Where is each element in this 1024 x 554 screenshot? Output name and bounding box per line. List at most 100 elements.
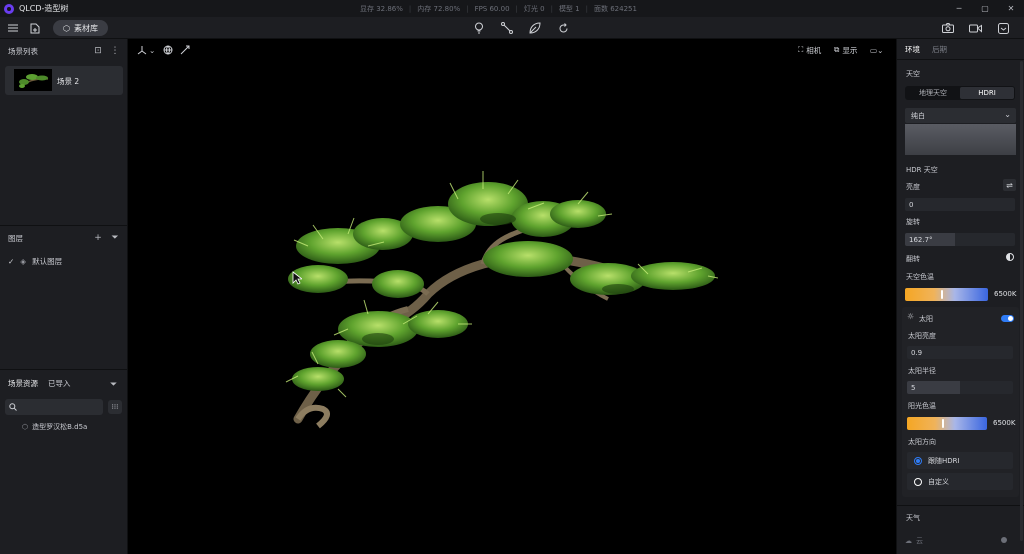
right-tabs: 环境 后期 (905, 44, 959, 55)
scene-card[interactable]: 场景 2 (5, 66, 123, 95)
close-icon[interactable]: ✕ (998, 0, 1024, 17)
app-title: QLCD-造型树 (19, 4, 69, 13)
radio-custom[interactable]: 自定义 (907, 473, 1013, 490)
stat-models: 模型 1 (558, 4, 580, 13)
globe-icon[interactable] (163, 43, 173, 57)
sun-temp-value: 6500K (993, 419, 1016, 427)
chevron-down-icon: ⌄ (1004, 110, 1011, 119)
assets-library-button[interactable]: ⬡ 素材库 (53, 20, 108, 36)
sky-temp-value: 6500K (994, 290, 1017, 298)
right-panel-scrollbar[interactable] (1020, 61, 1023, 541)
leaf-icon[interactable] (527, 20, 543, 36)
sky-mode-segmented: 地理天空 HDRI (905, 86, 1015, 100)
radio-follow-hdri[interactable]: 跟随HDRI (907, 452, 1013, 469)
hdr-sky-title: HDR 天空 (906, 166, 938, 174)
filter-icon[interactable]: ⏷ (109, 232, 121, 244)
search-icon (9, 403, 17, 411)
bonsai-tree-model (285, 171, 718, 429)
add-scene-icon[interactable]: ⊡ (92, 45, 104, 57)
assets-tabs: 场景资源 已导入 (8, 378, 81, 389)
sun-label: 太阳 (919, 315, 933, 323)
cloud-slider-knob[interactable] (1001, 537, 1007, 543)
cube-icon: ⬡ (63, 23, 70, 33)
stat-lights: 灯光 0 (523, 4, 545, 13)
asset-file-item[interactable]: ⬡ 造型罗汉松B.d5a (22, 422, 87, 432)
rotation-slider[interactable]: 162.7° (905, 233, 1015, 246)
scene-list-title: 场景列表 (8, 46, 38, 56)
screenshot-camera-icon[interactable] (940, 20, 956, 36)
search-input[interactable] (5, 399, 103, 415)
sky-temp-slider[interactable] (905, 288, 988, 301)
menu-icon[interactable] (5, 20, 21, 36)
3d-viewport[interactable]: ⌄ ⛶ 相机 ⧉ 显示 ▭⌄ (128, 39, 896, 554)
minimize-icon[interactable]: ─ (946, 0, 972, 17)
light-bulb-icon[interactable] (471, 20, 487, 36)
radio-selected-icon[interactable] (914, 456, 922, 465)
title-bar: QLCD-造型树 显存 32.86% | 内存 72.80% | FPS 60.00… (0, 0, 1024, 17)
scene-thumbnail (14, 69, 52, 91)
import-file-icon[interactable] (27, 20, 43, 36)
export-icon[interactable] (995, 20, 1011, 36)
sun-icon: ☼ (907, 312, 915, 321)
asset-file-name: 造型罗汉松B.d5a (32, 423, 88, 431)
sky-temp-thumb[interactable] (941, 290, 943, 299)
sun-brightness-input[interactable]: 0.9 (907, 346, 1013, 359)
scene-list-header: 场景列表 ⊡ ⋮ (0, 41, 128, 61)
rotation-label: 旋转 (906, 218, 920, 226)
layer-name: 默认图层 (32, 257, 63, 266)
layers-icon: ◈ (20, 257, 27, 266)
sun-radius-slider[interactable]: 5 (907, 381, 1013, 394)
add-layer-icon[interactable]: + (92, 232, 104, 244)
layers-header: 图层 + ⏷ (0, 228, 128, 248)
mouse-cursor-icon (292, 271, 302, 285)
display-icon: ⧉ (834, 45, 840, 54)
weather-title: 天气 (906, 514, 920, 522)
view-mode-icon[interactable]: ▭⌄ (870, 43, 883, 57)
sun-direction-label: 太阳方向 (908, 438, 936, 446)
transform-gizmo-icon[interactable]: ⌄ (137, 43, 155, 57)
focus-icon: ⛶ (798, 45, 804, 54)
hdri-preset-select[interactable]: 纯白 ⌄ (905, 108, 1016, 123)
radio-unselected-icon[interactable] (914, 477, 922, 486)
seg-geo-sky[interactable]: 地理天空 (906, 87, 960, 99)
tab-environment[interactable]: 环境 (905, 44, 920, 55)
sun-temp-thumb[interactable] (942, 419, 944, 428)
flip-toggle-icon[interactable] (1006, 253, 1014, 261)
display-menu[interactable]: ⧉ 显示 (834, 43, 857, 57)
assets-filter-icon[interactable]: ⏷ (110, 380, 117, 390)
brightness-input[interactable]: 0 (905, 198, 1015, 211)
sun-temp-slider[interactable] (907, 417, 987, 430)
adjust-sliders-icon[interactable]: ⇌ (1003, 179, 1016, 191)
main-toolbar: ⬡ 素材库 (0, 17, 1024, 39)
scene-name: 场景 2 (57, 77, 80, 86)
grid-view-icon[interactable]: ⁞⁞⁞ (108, 400, 122, 414)
layers-title: 图层 (8, 233, 23, 243)
app-logo-icon (4, 3, 14, 14)
hdri-preview (905, 124, 1016, 155)
layer-row-default[interactable]: ✓ ◈ 默认图层 (8, 256, 62, 267)
check-icon[interactable]: ✓ (8, 257, 14, 266)
sky-section-title: 天空 (906, 70, 920, 78)
tab-imported[interactable]: 已导入 (48, 378, 71, 389)
more-options-icon[interactable]: ⋮ (109, 45, 121, 57)
sky-temp-label: 天空色温 (906, 273, 934, 281)
brush-icon[interactable] (180, 43, 190, 57)
sun-brightness-label: 太阳亮度 (908, 332, 936, 340)
cloud-row: ☁ 云 (905, 537, 923, 545)
seg-hdri[interactable]: HDRI (960, 87, 1014, 99)
video-camera-icon[interactable] (967, 20, 983, 36)
brightness-label: 亮度 (906, 183, 920, 191)
sun-toggle[interactable] (1001, 315, 1014, 322)
sun-radius-label: 太阳半径 (908, 367, 936, 375)
camera-menu[interactable]: ⛶ 相机 (798, 43, 821, 57)
cloud-icon: ☁ (905, 537, 912, 545)
refresh-icon[interactable] (555, 20, 571, 36)
tab-post-processing[interactable]: 后期 (932, 44, 947, 55)
tab-scene-assets[interactable]: 场景资源 (8, 378, 38, 389)
maximize-icon[interactable]: ▢ (972, 0, 998, 17)
path-tool-icon[interactable] (499, 20, 515, 36)
model-icon: ⬡ (22, 423, 29, 431)
stats-bar: 显存 32.86% | 内存 72.80% | FPS 60.00 | 灯光 0 | 模… (360, 4, 637, 13)
stat-vram: 显存 32.86% (360, 4, 403, 13)
stat-ram: 内存 72.80% (417, 4, 461, 13)
